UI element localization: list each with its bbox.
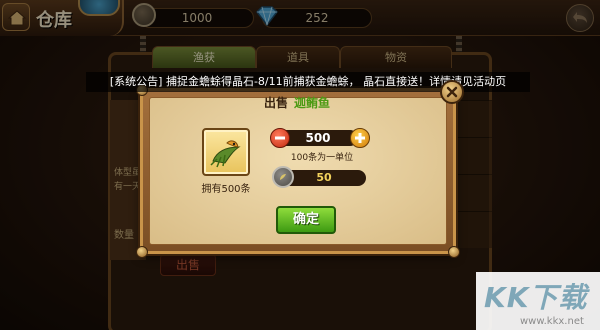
sell-label: 出售 [264,96,289,110]
plus-icon [355,133,365,143]
close-button[interactable] [440,80,464,104]
decrease-button[interactable] [270,128,290,148]
confirm-button[interactable]: 确定 [276,206,336,234]
watermark-url: www.kkx.net [520,316,584,327]
sell-price: 50 [282,170,366,186]
quantity-stepper-value: 500 [278,130,358,146]
corner-rivet [136,246,148,258]
item-name: 迦鲔鱼 [294,96,331,110]
minus-icon [275,136,285,140]
owned-count: 拥有500条 [201,184,251,195]
coin-emblem-icon [280,174,286,180]
corner-rivet [448,246,460,258]
game-scene: 仓库 1000 252 渔获 道具 物资 体型虽 有一天 数量 出售 [系统公告… [0,0,600,330]
watermark-logo: KK下载 [484,281,588,314]
increase-button[interactable] [350,128,370,148]
fish-item-icon [210,140,241,168]
silver-coin-icon [272,166,294,188]
unit-hint: 100条为一单位 [290,153,354,163]
close-icon [446,86,458,98]
item-slot [202,128,250,176]
